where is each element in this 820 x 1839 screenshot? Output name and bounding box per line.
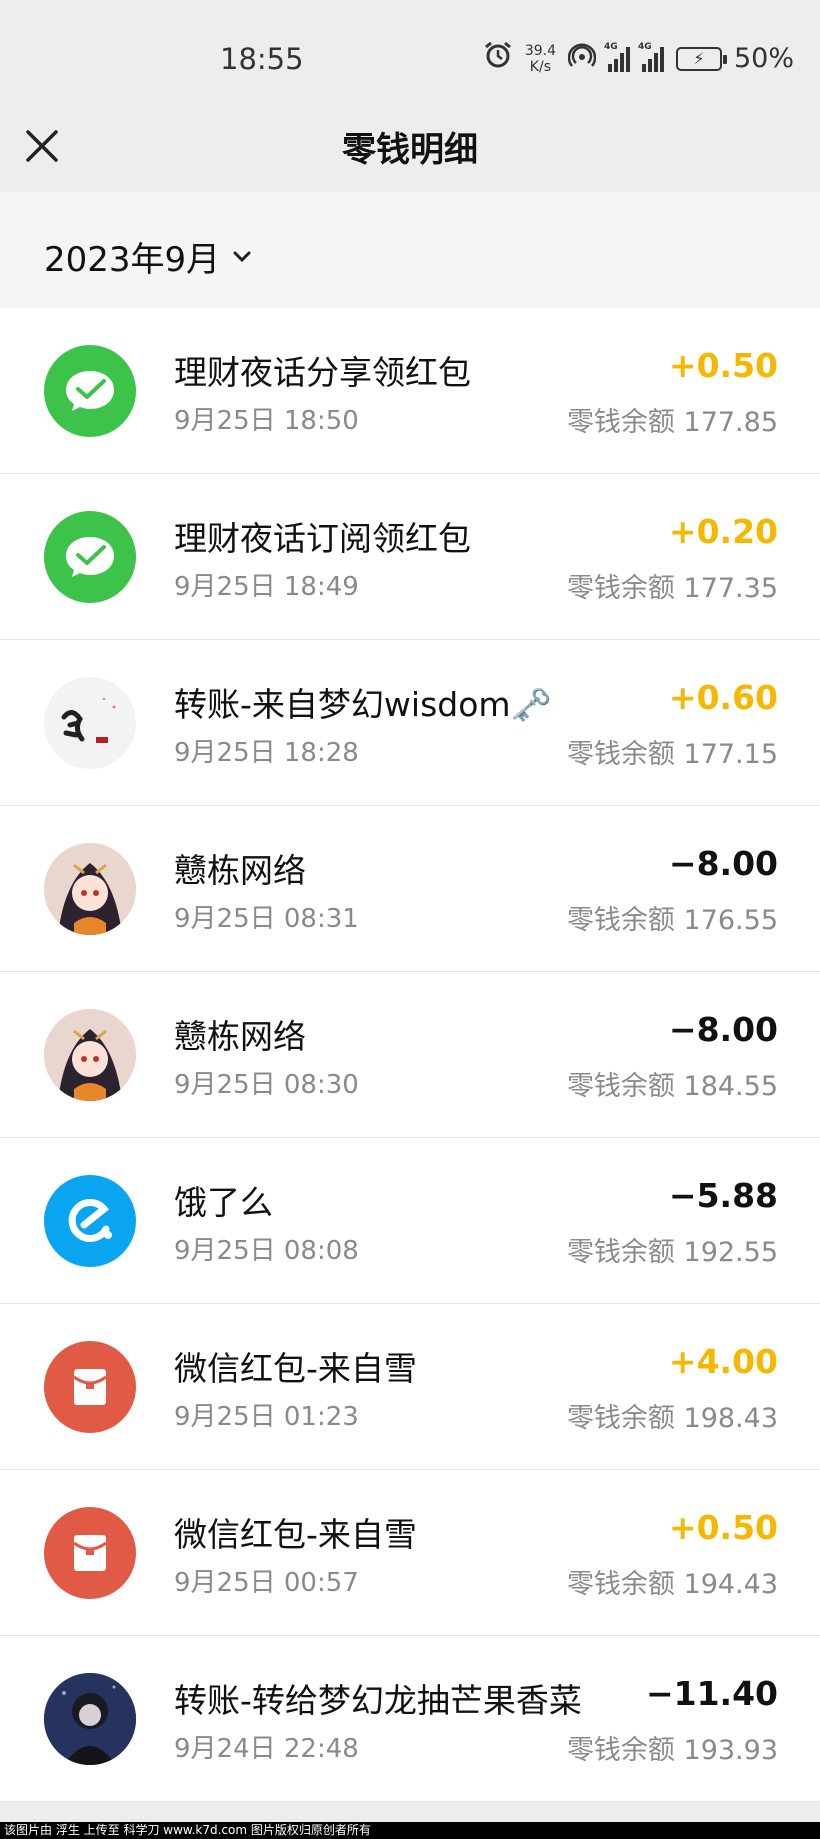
transaction-amount: −5.88 <box>668 1176 778 1215</box>
watermark-footer: 该图片由 浮生 上传至 科学刀 www.k7d.com 图片版权归原创者所有 <box>0 1822 820 1839</box>
transaction-date: 9月25日 18:49 <box>174 572 359 602</box>
sim-tag: 4G <box>637 41 652 52</box>
transaction-amount: +0.50 <box>668 1508 778 1547</box>
dark-portrait-avatar <box>44 1673 136 1765</box>
transaction-title: 转账-来自梦幻wisdom🗝️ <box>174 685 552 724</box>
sim-tag: 4G <box>603 41 618 52</box>
transaction-title: 戆栋网络 <box>174 1017 306 1056</box>
transaction-amount: +0.60 <box>668 678 778 717</box>
transaction-amount: +0.50 <box>668 346 778 385</box>
status-icons: 39.4 K/s 4G 4G ⚡ 50% <box>483 40 794 77</box>
transaction-title: 戆栋网络 <box>174 851 306 890</box>
signal-icon: 4G <box>638 42 664 72</box>
alarm-icon <box>483 40 513 77</box>
transaction-row[interactable]: 转账-转给梦幻龙抽芒果香菜 9月24日 22:48 −11.40 零钱余额 19… <box>0 1636 820 1802</box>
transaction-date: 9月25日 08:30 <box>174 1070 359 1100</box>
month-selector[interactable]: 2023年9月 <box>44 232 254 281</box>
net-speed-unit: K/s <box>529 58 551 75</box>
transaction-title: 微信红包-来自雪 <box>174 1515 417 1554</box>
red-packet-icon <box>44 1341 136 1433</box>
transaction-amount: +4.00 <box>668 1342 778 1381</box>
transaction-date: 9月24日 22:48 <box>174 1734 359 1764</box>
page-title: 零钱明细 <box>342 130 478 170</box>
battery-icon: ⚡ <box>675 46 727 71</box>
transaction-date: 9月25日 18:28 <box>174 738 359 768</box>
transaction-list: 理财夜话分享领红包 9月25日 18:50 +0.50 零钱余额 177.85 … <box>0 308 820 1802</box>
transaction-title: 理财夜话订阅领红包 <box>174 519 471 558</box>
transaction-row[interactable]: 饿了么 9月25日 08:08 −5.88 零钱余额 192.55 <box>0 1138 820 1304</box>
status-time: 18:55 <box>220 42 304 76</box>
transaction-row[interactable]: 戆栋网络 9月25日 08:31 −8.00 零钱余额 176.55 <box>0 806 820 972</box>
wechat-pay-icon <box>44 511 136 603</box>
transaction-balance: 零钱余额 192.55 <box>566 1237 778 1268</box>
red-packet-icon <box>44 1507 136 1599</box>
wechat-pay-icon <box>44 345 136 437</box>
eleme-icon <box>44 1175 136 1267</box>
transaction-title: 理财夜话分享领红包 <box>174 353 471 392</box>
chevron-down-icon <box>233 251 251 262</box>
month-filter-bar: 2023年9月 <box>0 192 820 308</box>
nav-bar: 零钱明细 <box>0 100 820 192</box>
transaction-balance: 零钱余额 184.55 <box>566 1071 778 1102</box>
transaction-balance: 零钱余额 193.93 <box>566 1735 778 1766</box>
transaction-balance: 零钱余额 198.43 <box>566 1403 778 1434</box>
transaction-date: 9月25日 18:50 <box>174 406 359 436</box>
transaction-row[interactable]: 戆栋网络 9月25日 08:30 −8.00 零钱余额 184.55 <box>0 972 820 1138</box>
transaction-balance: 零钱余额 194.43 <box>566 1569 778 1600</box>
transaction-title: 饿了么 <box>174 1183 273 1222</box>
transaction-amount: +0.20 <box>668 512 778 551</box>
transaction-amount: −8.00 <box>668 844 778 883</box>
month-label: 2023年9月 <box>44 240 221 280</box>
transaction-row[interactable]: 理财夜话订阅领红包 9月25日 18:49 +0.20 零钱余额 177.35 <box>0 474 820 640</box>
transaction-amount: −8.00 <box>668 1010 778 1049</box>
transaction-balance: 零钱余额 177.35 <box>566 573 778 604</box>
transaction-amount: −11.40 <box>645 1674 778 1713</box>
transaction-row[interactable]: 微信红包-来自雪 9月25日 00:57 +0.50 零钱余额 194.43 <box>0 1470 820 1636</box>
net-speed: 39.4 K/s <box>525 43 556 75</box>
anime-girl-avatar <box>44 1009 136 1101</box>
transaction-balance: 零钱余额 177.15 <box>566 739 778 770</box>
signal-icon: 4G <box>604 42 630 72</box>
transaction-title: 转账-转给梦幻龙抽芒果香菜 <box>174 1681 582 1720</box>
net-speed-value: 39.4 <box>524 42 556 59</box>
transaction-title: 微信红包-来自雪 <box>174 1349 417 1388</box>
calligraphy-avatar <box>44 677 136 769</box>
transaction-row[interactable]: 理财夜话分享领红包 9月25日 18:50 +0.50 零钱余额 177.85 <box>0 308 820 474</box>
transaction-balance: 零钱余额 177.85 <box>566 407 778 438</box>
anime-girl-avatar <box>44 843 136 935</box>
transaction-row[interactable]: 微信红包-来自雪 9月25日 01:23 +4.00 零钱余额 198.43 <box>0 1304 820 1470</box>
transaction-balance: 零钱余额 176.55 <box>566 905 778 936</box>
transaction-date: 9月25日 00:57 <box>174 1568 359 1598</box>
transaction-row[interactable]: 转账-来自梦幻wisdom🗝️ 9月25日 18:28 +0.60 零钱余额 1… <box>0 640 820 806</box>
transaction-date: 9月25日 01:23 <box>174 1402 359 1432</box>
battery-percent: 50% <box>733 43 794 74</box>
hotspot-icon <box>567 41 597 76</box>
transaction-date: 9月25日 08:31 <box>174 904 359 934</box>
transaction-date: 9月25日 08:08 <box>174 1236 359 1266</box>
